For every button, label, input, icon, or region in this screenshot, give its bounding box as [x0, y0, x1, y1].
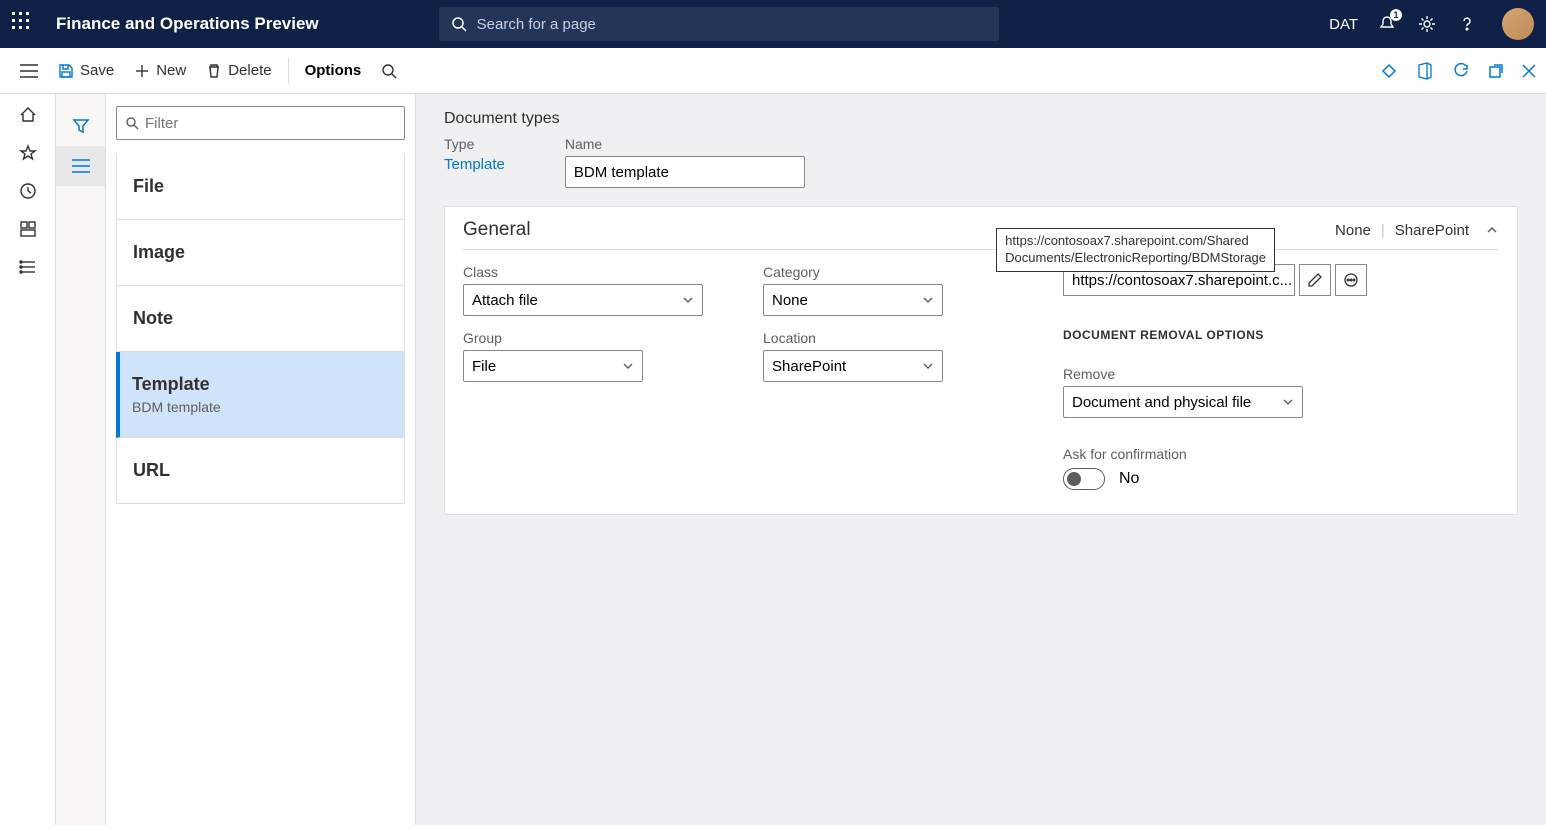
- nav-workspaces-icon[interactable]: [19, 220, 37, 238]
- save-icon: [58, 63, 74, 79]
- list-item-label: Image: [133, 242, 185, 262]
- more-icon[interactable]: [1335, 264, 1367, 296]
- notification-badge: 1: [1390, 9, 1402, 21]
- location-select[interactable]: SharePoint: [763, 350, 943, 382]
- notifications-icon[interactable]: 1: [1376, 13, 1398, 35]
- ask-confirmation-label: Ask for confirmation: [1063, 446, 1499, 462]
- new-button[interactable]: New: [124, 58, 196, 83]
- type-link[interactable]: Template: [444, 156, 505, 173]
- list-item-label: URL: [133, 460, 170, 480]
- type-label: Type: [444, 136, 505, 152]
- options-button[interactable]: Options: [295, 58, 372, 83]
- settings-icon[interactable]: [1416, 13, 1438, 35]
- edit-icon[interactable]: [1299, 264, 1331, 296]
- category-select[interactable]: None: [763, 284, 943, 316]
- nav-home-icon[interactable]: [19, 106, 37, 124]
- name-input[interactable]: [565, 156, 805, 188]
- class-select[interactable]: Attach file: [463, 284, 703, 316]
- group-label: Group: [463, 330, 703, 346]
- new-label: New: [156, 62, 186, 79]
- delete-label: Delete: [228, 62, 271, 79]
- list-item-url[interactable]: URL: [116, 438, 405, 504]
- refresh-icon[interactable]: [1452, 62, 1470, 80]
- list-item-template[interactable]: Template BDM template: [116, 352, 405, 438]
- list-item-label: Note: [133, 308, 173, 328]
- ask-confirmation-value: No: [1119, 470, 1139, 488]
- class-label: Class: [463, 264, 703, 280]
- sharepoint-tooltip: https://contosoax7.sharepoint.com/Shared…: [996, 228, 1275, 272]
- category-label: Category: [763, 264, 1003, 280]
- list-panel: File Image Note Template BDM template UR…: [106, 94, 416, 825]
- remove-select[interactable]: Document and physical file: [1063, 386, 1303, 418]
- general-card: General None | SharePoint Class Attach f…: [444, 206, 1518, 515]
- save-label: Save: [80, 62, 114, 79]
- filter-funnel-icon[interactable]: [56, 106, 105, 146]
- title-bar: Finance and Operations Preview Search fo…: [0, 0, 1546, 48]
- plus-icon: [134, 63, 150, 79]
- chevron-down-icon: [682, 294, 694, 306]
- collapse-icon[interactable]: [1485, 223, 1499, 237]
- ask-confirmation-toggle[interactable]: [1063, 468, 1105, 490]
- list-item-label: File: [133, 176, 164, 196]
- delete-button[interactable]: Delete: [196, 58, 281, 83]
- search-placeholder: Search for a page: [477, 16, 596, 33]
- navigation-rail: [0, 94, 56, 825]
- nav-recent-icon[interactable]: [19, 182, 37, 200]
- filter-input[interactable]: [145, 115, 396, 132]
- removal-section-label: DOCUMENT REMOVAL OPTIONS: [1063, 328, 1499, 342]
- pivot-none[interactable]: None: [1335, 222, 1371, 239]
- class-value: Attach file: [472, 292, 538, 309]
- user-avatar[interactable]: [1502, 8, 1534, 40]
- list-item-label: Template: [132, 374, 210, 394]
- help-icon[interactable]: [1456, 13, 1478, 35]
- chevron-down-icon: [1282, 396, 1294, 408]
- search-icon: [125, 116, 139, 130]
- trash-icon: [206, 63, 222, 79]
- location-value: SharePoint: [772, 358, 846, 375]
- office-icon[interactable]: [1416, 62, 1434, 80]
- save-button[interactable]: Save: [48, 58, 124, 83]
- chevron-down-icon: [922, 294, 934, 306]
- group-select[interactable]: File: [463, 350, 643, 382]
- list-item-note[interactable]: Note: [116, 286, 405, 352]
- app-launcher-icon[interactable]: [12, 12, 36, 36]
- search-icon: [381, 63, 397, 79]
- list-item-image[interactable]: Image: [116, 220, 405, 286]
- company-code[interactable]: DAT: [1329, 16, 1358, 33]
- action-bar: Save New Delete Options: [0, 48, 1546, 94]
- list-filter[interactable]: [116, 106, 405, 140]
- close-icon[interactable]: [1522, 64, 1536, 78]
- popout-icon[interactable]: [1488, 63, 1504, 79]
- category-value: None: [772, 292, 808, 309]
- pivot-sharepoint[interactable]: SharePoint: [1395, 222, 1469, 239]
- chevron-down-icon: [622, 360, 634, 372]
- nav-toggle-icon[interactable]: [10, 64, 48, 78]
- main-panel: Document types Type Template Name Genera…: [416, 94, 1546, 825]
- list-item-file[interactable]: File: [116, 154, 405, 220]
- group-value: File: [472, 358, 496, 375]
- remove-label: Remove: [1063, 366, 1499, 382]
- chevron-down-icon: [922, 360, 934, 372]
- nav-favorites-icon[interactable]: [19, 144, 37, 162]
- filter-list-icon[interactable]: [56, 146, 105, 186]
- filter-rail: [56, 94, 106, 825]
- app-title: Finance and Operations Preview: [56, 14, 319, 34]
- find-button[interactable]: [371, 59, 407, 83]
- page-title: Document types: [444, 110, 1518, 128]
- nav-modules-icon[interactable]: [19, 258, 37, 276]
- search-icon: [451, 16, 467, 32]
- card-title: General: [463, 219, 531, 241]
- name-label: Name: [565, 136, 805, 152]
- remove-value: Document and physical file: [1072, 394, 1251, 411]
- attachments-icon[interactable]: [1380, 62, 1398, 80]
- global-search[interactable]: Search for a page: [439, 7, 999, 41]
- location-label: Location: [763, 330, 1003, 346]
- list-item-sublabel: BDM template: [132, 399, 388, 415]
